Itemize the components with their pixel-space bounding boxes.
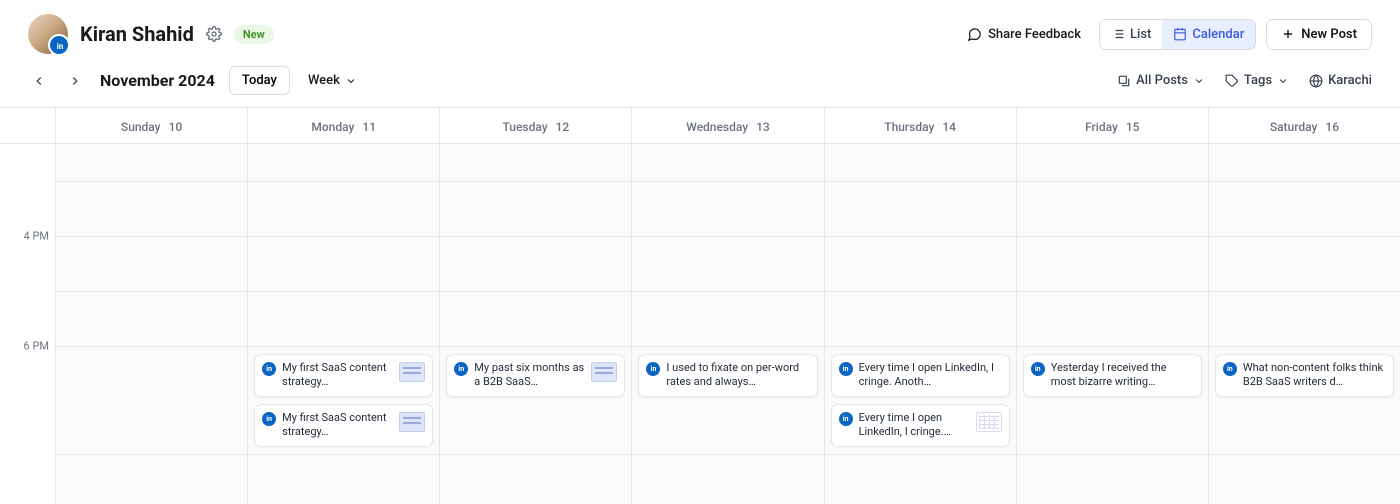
post-card[interactable]: in Yesterday I received the most bizarre… <box>1023 354 1202 397</box>
linkedin-icon: in <box>51 37 69 55</box>
next-button[interactable] <box>64 70 86 92</box>
thumbnail <box>976 412 1002 432</box>
time-label: 4 PM <box>24 230 49 243</box>
calendar-view-button[interactable]: Calendar <box>1162 20 1255 49</box>
thumbnail <box>591 362 617 382</box>
stack-icon <box>1117 74 1131 88</box>
linkedin-icon: in <box>1223 362 1237 376</box>
thumbnail <box>399 412 425 432</box>
plus-icon <box>1281 27 1295 41</box>
globe-icon <box>1309 74 1323 88</box>
list-icon <box>1111 27 1125 41</box>
linkedin-icon: in <box>839 412 853 426</box>
chat-icon <box>967 27 982 42</box>
linkedin-icon: in <box>839 362 853 376</box>
list-label: List <box>1130 27 1151 42</box>
linkedin-icon: in <box>646 362 660 376</box>
tag-icon <box>1225 74 1239 88</box>
post-text: My first SaaS content strategy… <box>282 361 393 390</box>
post-text: Yesterday I received the most bizarre wr… <box>1051 361 1194 390</box>
month-label: November 2024 <box>100 71 215 90</box>
post-card[interactable]: in My first SaaS content strategy… <box>254 404 433 447</box>
chevron-right-icon <box>68 74 82 88</box>
gear-icon[interactable] <box>206 26 222 42</box>
new-post-button[interactable]: New Post <box>1266 19 1372 50</box>
post-card[interactable]: in Every time I open LinkedIn, I cringe.… <box>831 404 1010 447</box>
range-label: Week <box>308 73 340 88</box>
post-text: I used to fixate on per-word rates and a… <box>666 361 809 390</box>
view-switcher: List Calendar <box>1099 19 1256 50</box>
day-header: Friday15 <box>1017 108 1209 143</box>
post-text: My first SaaS content strategy… <box>282 411 393 440</box>
day-header: Sunday10 <box>56 108 248 143</box>
day-header: Wednesday13 <box>632 108 824 143</box>
tz-label: Karachi <box>1328 73 1372 88</box>
all-posts-label: All Posts <box>1136 73 1188 88</box>
linkedin-icon: in <box>262 412 276 426</box>
new-post-label: New Post <box>1301 27 1357 42</box>
day-header: Saturday16 <box>1209 108 1400 143</box>
linkedin-icon: in <box>262 362 276 376</box>
post-text: My past six months as a B2B SaaS… <box>474 361 585 390</box>
chevron-down-icon <box>1193 75 1205 87</box>
day-column-sunday[interactable] <box>56 144 248 504</box>
thumbnail <box>399 362 425 382</box>
timezone-picker[interactable]: Karachi <box>1309 73 1372 88</box>
post-text: Every time I open LinkedIn, I cringe.… <box>859 411 970 440</box>
chevron-down-icon <box>1277 75 1289 87</box>
linkedin-icon: in <box>1031 362 1045 376</box>
today-button[interactable]: Today <box>229 66 290 95</box>
post-card[interactable]: in What non-content folks think B2B SaaS… <box>1215 354 1394 397</box>
chevron-down-icon <box>345 75 357 87</box>
share-feedback-button[interactable]: Share Feedback <box>959 21 1089 48</box>
day-header: Thursday14 <box>825 108 1017 143</box>
all-posts-filter[interactable]: All Posts <box>1117 73 1205 88</box>
avatar[interactable]: in <box>28 14 68 54</box>
calendar-icon <box>1173 27 1187 41</box>
chevron-left-icon <box>32 74 46 88</box>
linkedin-icon: in <box>454 362 468 376</box>
day-header: Tuesday12 <box>440 108 632 143</box>
post-text: What non-content folks think B2B SaaS wr… <box>1243 361 1386 390</box>
prev-button[interactable] <box>28 70 50 92</box>
list-view-button[interactable]: List <box>1100 20 1162 49</box>
status-badge-new: New <box>234 25 274 44</box>
post-card[interactable]: in I used to fixate on per-word rates an… <box>638 354 817 397</box>
day-column-saturday[interactable]: in What non-content folks think B2B SaaS… <box>1209 144 1400 504</box>
day-column-tuesday[interactable]: in My past six months as a B2B SaaS… <box>440 144 632 504</box>
day-header: Monday11 <box>248 108 440 143</box>
range-dropdown[interactable]: Week <box>304 67 361 94</box>
time-label: 6 PM <box>24 340 49 353</box>
tags-filter[interactable]: Tags <box>1225 73 1289 88</box>
page-title: Kiran Shahid <box>80 22 194 46</box>
feedback-label: Share Feedback <box>988 27 1081 42</box>
post-card[interactable]: in My first SaaS content strategy… <box>254 354 433 397</box>
day-column-thursday[interactable]: in Every time I open LinkedIn, I cringe.… <box>825 144 1017 504</box>
calendar-header-row: Sunday10 Monday11 Tuesday12 Wednesday13 … <box>0 108 1400 144</box>
tags-label: Tags <box>1244 73 1272 88</box>
day-column-friday[interactable]: in Yesterday I received the most bizarre… <box>1017 144 1209 504</box>
post-card[interactable]: in My past six months as a B2B SaaS… <box>446 354 625 397</box>
day-column-monday[interactable]: in My first SaaS content strategy… in My… <box>248 144 440 504</box>
calendar-label: Calendar <box>1192 27 1244 42</box>
post-text: Every time I open LinkedIn, I cringe. An… <box>859 361 1002 390</box>
day-column-wednesday[interactable]: in I used to fixate on per-word rates an… <box>632 144 824 504</box>
post-card[interactable]: in Every time I open LinkedIn, I cringe.… <box>831 354 1010 397</box>
